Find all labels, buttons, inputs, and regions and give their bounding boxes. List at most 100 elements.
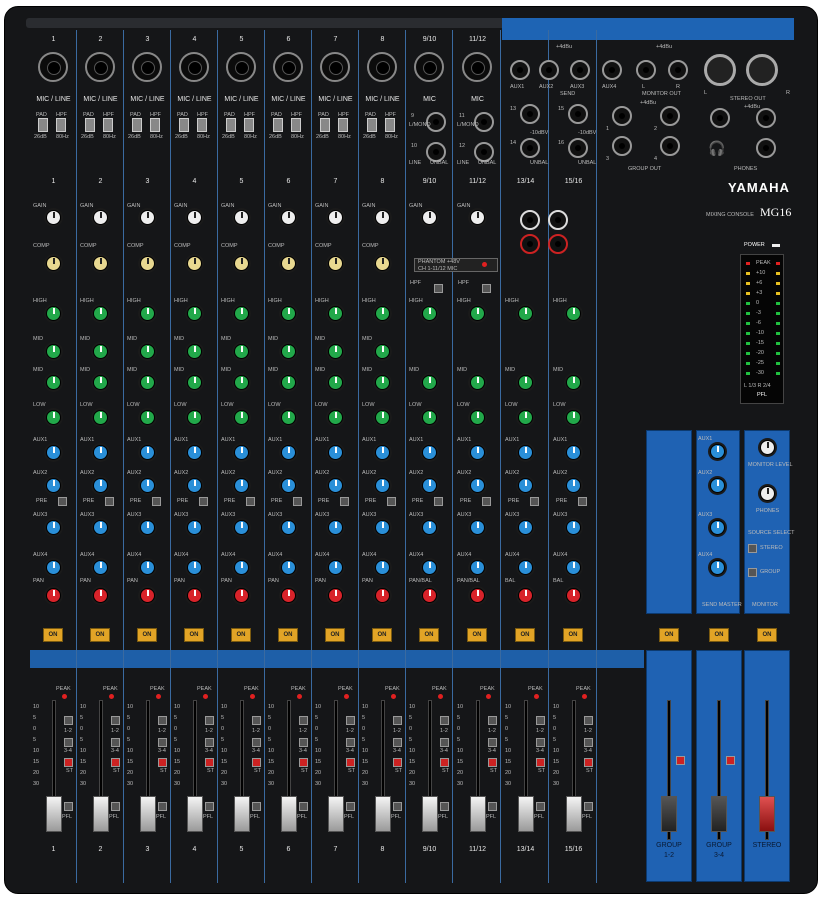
hpf-stereo-button[interactable] (434, 284, 443, 293)
channel-on-button[interactable]: ON (137, 628, 157, 642)
pre-button[interactable] (152, 497, 161, 506)
xlr-combo-jack[interactable] (179, 52, 209, 82)
mid-eq-knob[interactable] (46, 375, 61, 390)
aux1-send-knob[interactable] (518, 445, 533, 460)
group12-assign-button[interactable] (111, 716, 120, 725)
send-master-knob[interactable] (710, 444, 725, 459)
aux4-send-knob[interactable] (518, 560, 533, 575)
high-eq-knob[interactable] (281, 306, 296, 321)
channel-on-button[interactable]: ON (372, 628, 392, 642)
pfl-button[interactable] (488, 802, 497, 811)
stereo-out-trs-jack[interactable] (710, 108, 730, 128)
hpf-switch[interactable] (150, 118, 160, 132)
group34-assign-button[interactable] (536, 738, 545, 747)
pad-switch[interactable] (367, 118, 377, 132)
line-input-jack[interactable] (568, 138, 588, 158)
group12-assign-button[interactable] (346, 716, 355, 725)
group12-assign-button[interactable] (393, 716, 402, 725)
high-eq-knob[interactable] (187, 306, 202, 321)
low-eq-knob[interactable] (375, 410, 390, 425)
group12-assign-button[interactable] (299, 716, 308, 725)
aux4-send-knob[interactable] (422, 560, 437, 575)
aux4-send-knob[interactable] (46, 560, 61, 575)
xlr-combo-jack[interactable] (273, 52, 303, 82)
master-on-button[interactable]: ON (709, 628, 729, 642)
aux3-send-knob[interactable] (93, 520, 108, 535)
send-master-knob[interactable] (710, 478, 725, 493)
pre-button[interactable] (530, 497, 539, 506)
monitor-out-jack[interactable] (636, 60, 656, 80)
channel-on-button[interactable]: ON (325, 628, 345, 642)
high-eq-knob[interactable] (46, 306, 61, 321)
pan-knob[interactable] (93, 588, 108, 603)
aux-send-jack[interactable] (539, 60, 559, 80)
pan-knob[interactable] (281, 588, 296, 603)
group12-assign-button[interactable] (536, 716, 545, 725)
group34-assign-button[interactable] (64, 738, 73, 747)
channel-fader[interactable] (422, 796, 438, 832)
aux3-send-knob[interactable] (234, 520, 249, 535)
phones-level-knob[interactable] (760, 486, 775, 501)
channel-on-button[interactable]: ON (419, 628, 439, 642)
comp-knob[interactable] (93, 256, 108, 271)
stereo-assign-button[interactable] (488, 758, 497, 767)
group34-assign-button[interactable] (488, 738, 497, 747)
channel-fader[interactable] (470, 796, 486, 832)
gain-knob[interactable] (470, 210, 485, 225)
aux1-send-knob[interactable] (140, 445, 155, 460)
channel-on-button[interactable]: ON (231, 628, 251, 642)
aux1-send-knob[interactable] (470, 445, 485, 460)
group34-assign-button[interactable] (440, 738, 449, 747)
line-input-jack[interactable] (520, 104, 540, 124)
mid-eq-knob[interactable] (422, 375, 437, 390)
stereo-assign-button[interactable] (205, 758, 214, 767)
channel-fader[interactable] (328, 796, 344, 832)
mid-eq-knob[interactable] (375, 375, 390, 390)
group12-assign-button[interactable] (252, 716, 261, 725)
aux3-send-knob[interactable] (422, 520, 437, 535)
stereo-assign-button[interactable] (64, 758, 73, 767)
pfl-button[interactable] (299, 802, 308, 811)
pre-button[interactable] (434, 497, 443, 506)
high-eq-knob[interactable] (470, 306, 485, 321)
aux3-send-knob[interactable] (46, 520, 61, 535)
low-eq-knob[interactable] (422, 410, 437, 425)
channel-fader[interactable] (140, 796, 156, 832)
aux4-send-knob[interactable] (566, 560, 581, 575)
master-on-button[interactable]: ON (757, 628, 777, 642)
pfl-button[interactable] (158, 802, 167, 811)
low-eq-knob[interactable] (328, 410, 343, 425)
pfl-button[interactable] (536, 802, 545, 811)
hpf-switch[interactable] (385, 118, 395, 132)
hpf-stereo-button[interactable] (482, 284, 491, 293)
channel-on-button[interactable]: ON (43, 628, 63, 642)
mid-eq-knob[interactable] (140, 344, 155, 359)
aux3-send-knob[interactable] (375, 520, 390, 535)
low-eq-knob[interactable] (93, 410, 108, 425)
pan-knob[interactable] (470, 588, 485, 603)
channel-on-button[interactable]: ON (563, 628, 583, 642)
stereo-out-xlr[interactable] (704, 54, 736, 86)
aux1-send-knob[interactable] (234, 445, 249, 460)
group34-assign-button[interactable] (346, 738, 355, 747)
line-input-jack[interactable] (520, 138, 540, 158)
aux2-send-knob[interactable] (234, 478, 249, 493)
aux-send-jack[interactable] (570, 60, 590, 80)
aux1-send-knob[interactable] (375, 445, 390, 460)
aux2-send-knob[interactable] (281, 478, 296, 493)
mid-eq-knob[interactable] (328, 375, 343, 390)
aux3-send-knob[interactable] (328, 520, 343, 535)
mid-eq-knob[interactable] (187, 375, 202, 390)
send-master-knob[interactable] (710, 520, 725, 535)
low-eq-knob[interactable] (518, 410, 533, 425)
pre-button[interactable] (340, 497, 349, 506)
channel-on-button[interactable]: ON (515, 628, 535, 642)
high-eq-knob[interactable] (140, 306, 155, 321)
aux2-send-knob[interactable] (46, 478, 61, 493)
gain-knob[interactable] (375, 210, 390, 225)
mid-eq-knob[interactable] (234, 375, 249, 390)
monitor-out-jack[interactable] (668, 60, 688, 80)
pre-button[interactable] (578, 497, 587, 506)
source-group-button[interactable] (748, 568, 757, 577)
master-on-button[interactable]: ON (659, 628, 679, 642)
